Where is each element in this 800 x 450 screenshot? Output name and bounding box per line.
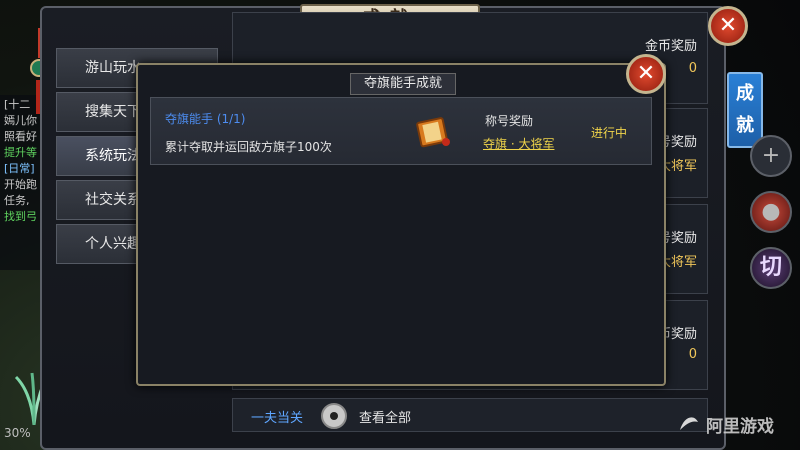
plus-icon[interactable]: + (750, 135, 792, 177)
achievement-name: 夺旗能手 (1/1) (165, 112, 246, 126)
row-reward-value: 0 (688, 61, 697, 76)
achievement-description: 累计夺取并运回敌方旗子100次 (165, 140, 332, 154)
watermark-logo-icon (680, 417, 698, 430)
potion-icon[interactable]: ● (750, 191, 792, 233)
watermark-text: 阿里游戏 (706, 417, 774, 437)
scroll-icon (416, 117, 450, 148)
close-icon[interactable]: ✕ (626, 54, 666, 94)
skill-icon[interactable]: 切 (750, 247, 792, 289)
row-reward-value: 0 (688, 347, 697, 362)
close-icon[interactable]: ✕ (708, 6, 748, 46)
exp-percent: 30% (4, 426, 31, 440)
reward-title-link[interactable]: 夺旗 · 大将军 (483, 135, 554, 152)
status-badge: 进行中 (591, 126, 628, 140)
row-reward-label: 金币奖励 (644, 39, 697, 54)
eye-icon[interactable] (321, 403, 347, 429)
bottom-bar: 一夫当关 查看全部 (232, 398, 708, 432)
side-tab-char: 成 (736, 83, 754, 104)
achievement-link[interactable]: 一夫当关 (251, 407, 303, 426)
popup-title: 夺旗能手成就 (350, 73, 456, 95)
achievement-card: 夺旗能手 (1/1) 累计夺取并运回敌方旗子100次 称号奖励 夺旗 · 大将军… (150, 97, 652, 165)
reward-label: 称号奖励 (485, 114, 534, 128)
right-hud: + ● 切 (750, 135, 800, 303)
view-all-button[interactable]: 查看全部 (359, 407, 411, 426)
